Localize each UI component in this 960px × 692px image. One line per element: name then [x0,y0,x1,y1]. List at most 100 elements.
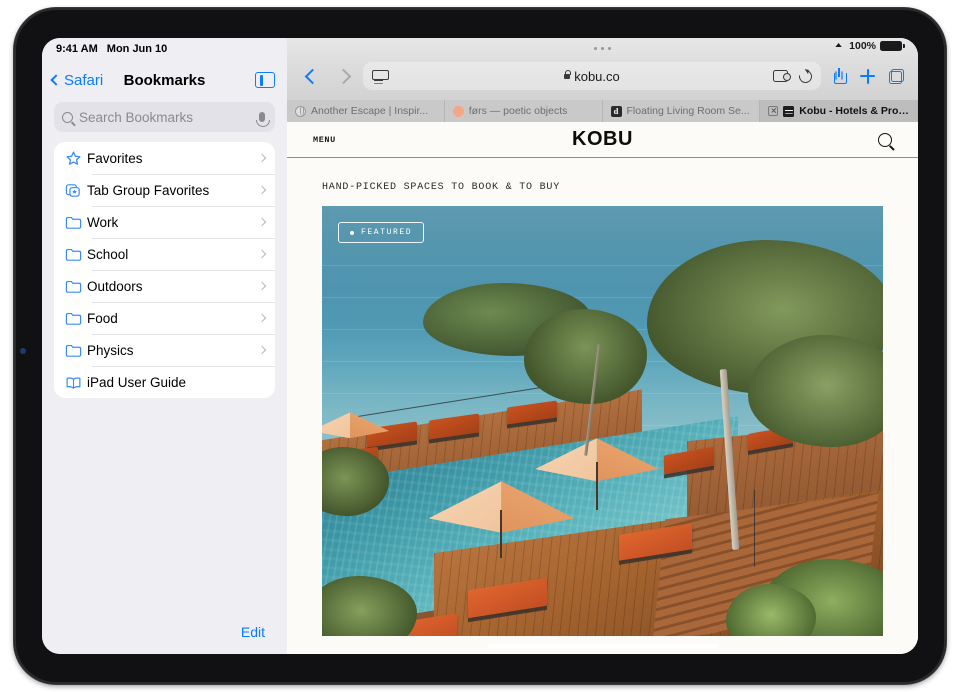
search-icon [62,111,73,123]
search-bookmarks-input[interactable]: Search Bookmarks [54,102,275,132]
chevron-right-icon [257,313,267,323]
search-container: Search Bookmarks [42,100,287,142]
umbrella [428,481,575,558]
share-icon[interactable] [833,68,847,84]
status-time: 9:41 AM [56,43,98,55]
edit-button[interactable]: Edit [241,624,265,640]
lock-icon [564,70,572,79]
grabber-dots-icon [594,46,611,50]
toolbar-actions [829,68,904,84]
umbrella [322,412,390,439]
tab-another-escape[interactable]: Another Escape | Inspir... [287,100,445,122]
chevron-right-icon [257,153,267,163]
sidebar-item-label: Food [87,310,118,326]
forward-button[interactable] [335,68,352,84]
globe-icon [295,105,306,117]
sidebar-item-outdoors[interactable]: Outdoors [54,270,275,302]
chevron-right-icon [257,185,267,195]
chevron-right-icon [257,345,267,355]
sidebar-item-label: School [87,246,129,262]
address-bar[interactable]: kobu.co [363,62,821,90]
bookmarks-sidebar: 9:41 AM Mon Jun 10 Safari Bookmarks Sear… [42,38,287,654]
status-date: Mon Jun 10 [106,43,168,55]
browser-pane: 100% kobu.co [287,38,918,654]
tab-floating-living-room[interactable]: d Floating Living Room Se... [602,100,761,122]
featured-label: FEATURED [361,228,413,237]
sidebar-item-label: Physics [87,342,134,358]
sidebar-item-label: Work [87,214,119,230]
tab-title: Kobu - Hotels & Propert... [799,105,909,117]
tab-group-star-icon [65,182,87,199]
extensions-puzzle-icon[interactable] [773,70,791,82]
webpage-content: MENU KOBU HAND-PICKED SPACES TO BOOK & T… [287,122,918,654]
tabs-overview-icon[interactable] [889,68,904,84]
search-icon[interactable] [878,132,892,147]
tab-title: Another Escape | Inspir... [311,105,429,117]
address-bar-actions [773,66,815,86]
battery-icon [880,41,905,51]
url-text: kobu.co [363,69,821,84]
folder-icon [65,215,87,230]
tab-strip: Another Escape | Inspir... førs — poetic… [287,100,918,122]
sidebar-item-school[interactable]: School [54,238,275,270]
status-bar-right: 100% [833,40,905,52]
bezel-artifact [20,348,26,354]
window-grabber[interactable]: 100% [287,38,918,58]
umbrella [535,438,659,510]
bullet-dot-icon [350,230,354,235]
sidebar-item-physics[interactable]: Physics [54,334,275,366]
sidebar-nav-bar: Safari Bookmarks [42,60,287,100]
folder-icon [65,343,87,358]
sidebar-item-ipad-user-guide[interactable]: iPad User Guide [54,366,275,398]
toolbar-row: kobu.co [287,58,918,100]
reload-icon[interactable] [796,66,815,86]
chevron-right-icon [257,281,267,291]
wifi-icon [833,42,845,51]
folder-icon [65,311,87,326]
sidebar-item-work[interactable]: Work [54,206,275,238]
chevron-right-icon [257,249,267,259]
kobu-icon [783,105,795,117]
back-chevron-icon [50,74,62,86]
back-button[interactable] [304,68,321,84]
sidebar-item-favorites[interactable]: Favorites [54,142,275,174]
microphone-icon[interactable] [256,112,270,127]
bookmark-list: Favorites Tab Group Favorites Work Schoo… [54,142,275,398]
browser-toolbar: 100% kobu.co [287,38,918,100]
hero-image[interactable]: FEATURED [322,206,883,636]
sidebar-item-label: iPad User Guide [87,374,187,390]
sidebar-item-label: Favorites [87,150,143,166]
featured-badge: FEATURED [338,222,425,243]
tab-title: Floating Living Room Se... [626,105,750,117]
tab-title: førs — poetic objects [468,105,568,117]
tree-canopy [523,309,648,404]
site-header: MENU KOBU [287,122,918,158]
folder-icon [65,247,87,262]
sidebar-toggle-icon[interactable] [255,72,275,88]
back-label: Safari [64,71,104,89]
battery-percent: 100% [849,40,876,52]
book-icon [65,375,87,390]
sidebar-item-food[interactable]: Food [54,302,275,334]
hero-photo: FEATURED [322,206,883,636]
tab-fors-poetic-objects[interactable]: førs — poetic objects [444,100,603,122]
sidebar-item-label: Tab Group Favorites [87,182,210,198]
page-tagline: HAND-PICKED SPACES TO BOOK & TO BUY [322,182,561,193]
status-bar-left: 9:41 AM Mon Jun 10 [42,38,287,60]
home-indicator[interactable] [486,644,719,648]
tab-kobu[interactable]: Kobu - Hotels & Propert... [760,100,918,122]
sidebar-item-label: Outdoors [87,278,143,294]
ipad-device-frame: 9:41 AM Mon Jun 10 Safari Bookmarks Sear… [14,8,946,684]
url-value: kobu.co [574,68,620,84]
orange-dot-icon [452,105,464,117]
site-logo[interactable]: KOBU [287,128,918,151]
back-to-safari-button[interactable]: Safari [50,71,104,89]
close-tab-icon[interactable] [768,106,779,116]
sidebar-item-tab-group-favorites[interactable]: Tab Group Favorites [54,174,275,206]
star-icon [65,150,87,167]
new-tab-plus-icon[interactable] [860,68,875,84]
folder-icon [65,279,87,294]
dezeen-d-icon: d [610,105,622,117]
ipad-screen: 9:41 AM Mon Jun 10 Safari Bookmarks Sear… [42,38,918,654]
search-placeholder: Search Bookmarks [79,109,194,125]
